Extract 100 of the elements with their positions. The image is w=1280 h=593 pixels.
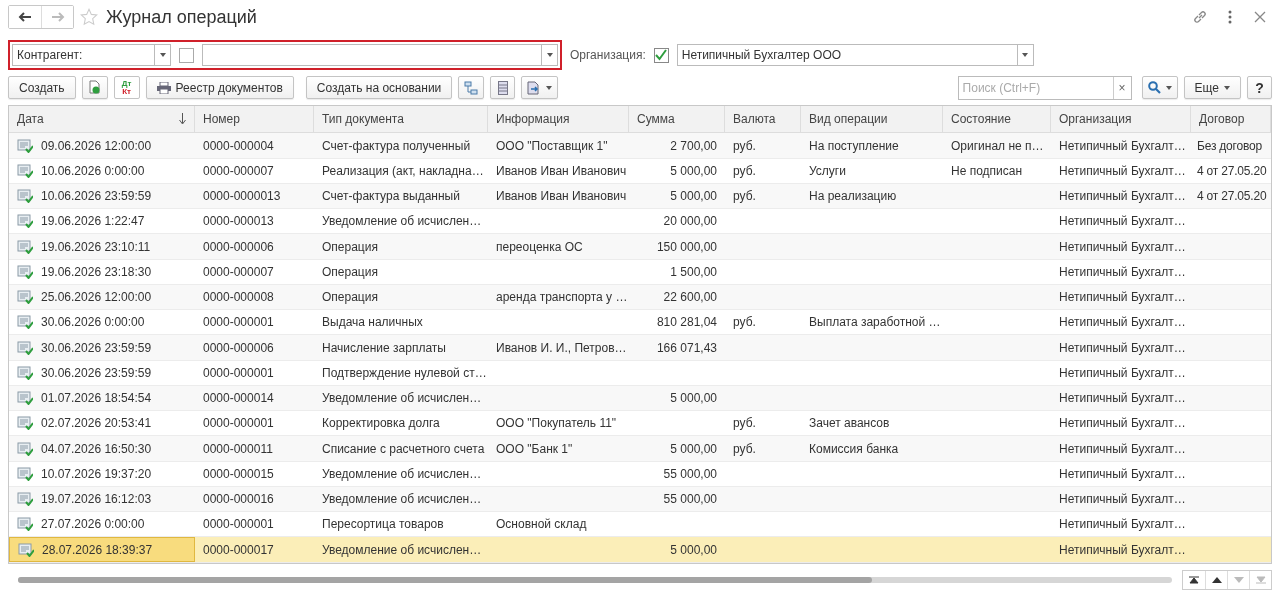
counterparty-select[interactable]: Контрагент: [12,44,171,67]
table-cell: На реализацию [809,189,897,204]
table-row[interactable]: 19.07.2026 16:12:03 0000-000016 Уведомление об исчислен… 55 000,00 Нетипичный Бухгалт… [9,486,1271,513]
table-cell: 0000-000001 [203,416,274,431]
table-cell: 0000-000006 [203,239,274,254]
search-button[interactable] [1141,76,1178,100]
counterparty-checkbox[interactable] [179,48,194,63]
down-triangle-icon [1233,577,1244,584]
posted-document-icon [17,441,33,456]
create-based-button[interactable]: Создать на основании [305,76,453,100]
first-page-icon [1189,576,1199,585]
counterparty-field[interactable] [202,44,558,67]
table-cell: 5 000,00 [670,542,717,557]
column-header[interactable]: Тип документа [314,106,488,133]
list-icon [497,80,508,95]
column-header[interactable]: Договор [1191,106,1271,133]
document-plus-icon [87,80,102,96]
table-cell: Счет-фактура выданный [322,189,460,204]
table-cell: 20 000,00 [663,214,717,229]
posted-document-icon [17,264,33,279]
table-cell: 5 000,00 [670,189,717,204]
column-header[interactable]: Номер [195,106,314,133]
table-cell: 55 000,00 [663,492,717,507]
table-cell: Нетипичный Бухгалт… [1059,492,1186,507]
table-cell: Нетипичный Бухгалт… [1059,163,1186,178]
table-cell: Начисление зарплаты [322,340,446,355]
table-cell: 30.06.2026 23:59:59 [41,365,152,380]
table-cell: Нетипичный Бухгалт… [1059,340,1186,355]
table-cell: 0000-0000013 [203,189,281,204]
table-cell: 10.06.2026 0:00:00 [41,163,145,178]
table-cell: Нетипичный Бухгалт… [1059,239,1186,254]
copy-button[interactable] [81,76,108,100]
table-row[interactable]: 28.07.2026 18:39:37 0000-000017 Уведомление об исчислен… 5 000,00 Нетипичный Бухгалт… [9,537,1271,563]
table-cell: ООО "Покупатель 11" [496,416,617,431]
table-row[interactable]: 04.07.2026 16:50:30 0000-000011 Списание с расчетного счета ООО "Банк 1" 5 000,00 руб. Комиссия банка Нетипичный Бухгалт… [9,436,1271,462]
table-row[interactable]: 10.06.2026 23:59:59 0000-0000013 Счет-фактура выданный Иванов Иван Иванович 5 000,00 руб. На реализацию Нетипичный Бухгалт… 4 от 27.05.20 [9,183,1271,210]
posted-document-icon [17,239,33,254]
table-cell: 28.07.2026 18:39:37 [42,542,153,557]
table-cell: ООО "Банк 1" [496,441,573,456]
table-cell: 19.06.2026 1:22:47 [41,214,145,229]
table-cell: Услуги [809,163,846,178]
star-icon[interactable] [80,8,98,27]
table-cell: 2 700,00 [670,138,717,153]
table-cell: Реализация (акт, накладна… [322,163,484,178]
table-row[interactable]: 30.06.2026 23:59:59 0000-000006 Начисление зарплаты Иванов И. И., Петров… 166 071,43 Нетипичный Бухгалт… [9,335,1271,361]
table-cell: 5 000,00 [670,391,717,406]
column-header[interactable]: Состояние [943,106,1051,133]
column-header[interactable]: Дата [9,106,195,133]
exchange-button[interactable] [521,76,559,100]
posted-document-icon [17,138,33,153]
column-header[interactable]: Вид операции [801,106,943,133]
table-row[interactable]: 19.06.2026 23:10:11 0000-000006 Операция переоценка ОС 150 000,00 Нетипичный Бухгалт… [9,234,1271,260]
list-button[interactable] [490,76,516,100]
column-header[interactable]: Организация [1051,106,1191,133]
table-cell: 0000-000014 [203,391,274,406]
table-cell: 0000-000013 [203,214,274,229]
column-header[interactable]: Сумма [629,106,725,133]
right-arrow-icon [50,12,65,23]
organization-checkbox[interactable] [653,48,669,63]
create-button[interactable]: Создать [8,76,76,100]
column-header[interactable]: Валюта [725,106,801,133]
table-row[interactable]: 01.07.2026 18:54:54 0000-000014 Уведомление об исчислен… 5 000,00 Нетипичный Бухгалт… [9,385,1271,412]
table-cell: Нетипичный Бухгалт… [1059,466,1186,481]
table-cell: 0000-000015 [203,466,274,481]
debit-credit-button[interactable]: Дт Кт [113,76,140,100]
table-cell: Уведомление об исчислен… [322,391,482,406]
registry-button[interactable]: Реестр документов [145,76,294,100]
left-arrow-icon [18,12,32,23]
hierarchy-icon [464,80,479,95]
structure-button[interactable] [458,76,485,100]
table-cell: Нетипичный Бухгалт… [1059,391,1186,406]
table-cell: 30.06.2026 23:59:59 [41,340,152,355]
organization-field[interactable]: Нетипичный Бухгалтер ООО [676,44,1034,67]
table-cell: 30.06.2026 0:00:00 [41,315,145,330]
table-row[interactable]: 25.06.2026 12:00:00 0000-000008 Операция аренда транспорта у … 22 600,00 Нетипичный Бухгалт… [9,284,1271,311]
posted-document-icon [17,290,33,305]
table-row[interactable]: 09.06.2026 12:00:00 0000-000004 Счет-фактура полученный ООО "Поставщик 1" 2 700,00 руб. На поступление Оригинал не п… Нетипичный Бухгалт… Без договор [9,133,1271,159]
more-button[interactable]: Еще [1183,76,1241,100]
table-cell: руб. [733,189,756,204]
last-page-icon [1255,576,1266,585]
search-field[interactable]: Поиск (Ctrl+F) × [957,75,1132,100]
table-cell: Уведомление об исчислен… [322,214,482,229]
table-cell: Корректировка долга [322,416,440,431]
column-header[interactable]: Информация [488,106,629,133]
posted-document-icon [18,542,34,557]
table-cell: Нетипичный Бухгалт… [1059,315,1186,330]
table-cell: Оригинал не п… [951,138,1044,153]
table-cell: 150 000,00 [656,239,717,254]
table-cell: 0000-000001 [203,517,274,532]
help-button[interactable]: ? [1247,76,1272,100]
table-cell: 4 от 27.05.20 [1197,189,1267,204]
table-cell: Нетипичный Бухгалт… [1059,290,1186,305]
table-cell: Операция [322,239,378,254]
table-cell: 5 000,00 [670,441,717,456]
table-cell: 0000-000016 [203,492,274,507]
table-cell: 19.06.2026 23:10:11 [41,239,151,254]
table-cell: Нетипичный Бухгалт… [1059,416,1186,431]
horizontal-scrollbar[interactable] [18,577,1172,584]
table-cell: Нетипичный Бухгалт… [1059,138,1186,153]
search-icon [1147,81,1161,95]
